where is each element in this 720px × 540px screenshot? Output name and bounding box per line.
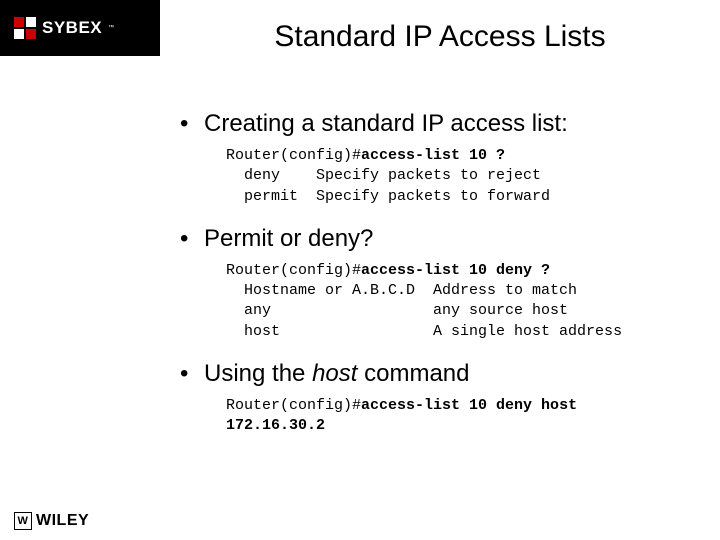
text: Using the: [204, 360, 312, 387]
code-block-1: Router(config)#access-list 10 ? deny Spe…: [226, 146, 700, 207]
prompt: Router(config)#: [226, 262, 361, 279]
slide-title: Standard IP Access Lists: [180, 20, 700, 54]
wiley-logo: W WILEY: [14, 512, 89, 530]
cmd: access-list 10 ?: [361, 147, 505, 164]
bullet-permit-deny: Permit or deny?: [180, 225, 700, 253]
cmd: access-list 10 deny ?: [361, 262, 550, 279]
code-line: permit Specify packets to forward: [226, 188, 550, 205]
trademark: ™: [108, 25, 114, 31]
wiley-icon: W: [14, 512, 32, 530]
sybex-logo: SYBEX ™: [14, 17, 114, 39]
bullet-creating: Creating a standard IP access list:: [180, 110, 700, 138]
bullet-host: Using the host command: [180, 360, 700, 388]
publisher-name: WILEY: [36, 512, 89, 530]
slide-content: Creating a standard IP access list: Rout…: [180, 110, 700, 454]
brand-bar: SYBEX ™: [0, 0, 160, 56]
cmd: 172.16.30.2: [226, 417, 325, 434]
host-keyword: host: [312, 360, 357, 387]
prompt: Router(config)#: [226, 147, 361, 164]
sybex-icon: [14, 17, 36, 39]
code-line: Hostname or A.B.C.D Address to match: [226, 282, 577, 299]
code-block-2: Router(config)#access-list 10 deny ? Hos…: [226, 261, 700, 342]
footer: W WILEY: [14, 512, 89, 530]
code-line: any any source host: [226, 302, 568, 319]
cmd: access-list 10 deny host: [361, 397, 577, 414]
text: command: [357, 360, 469, 387]
code-line: host A single host address: [226, 323, 622, 340]
code-line: deny Specify packets to reject: [226, 167, 541, 184]
prompt: Router(config)#: [226, 397, 361, 414]
code-block-3: Router(config)#access-list 10 deny host …: [226, 396, 700, 437]
brand-name: SYBEX: [42, 18, 102, 38]
